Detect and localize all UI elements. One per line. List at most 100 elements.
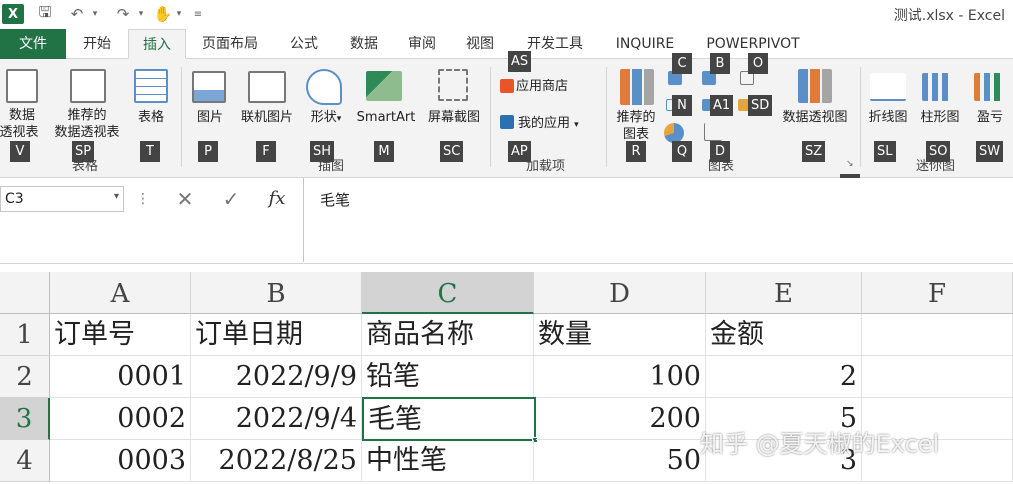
formula-input[interactable]: 毛笔	[303, 178, 1013, 262]
cell-e2[interactable]: 2	[706, 356, 862, 398]
separator	[490, 67, 491, 167]
cell-a2[interactable]: 0001	[50, 356, 191, 398]
cell-b4[interactable]: 2022/8/25	[191, 440, 362, 482]
cell-a1[interactable]: 订单号	[50, 314, 191, 356]
table-button[interactable]: 表格	[128, 109, 174, 126]
store-button[interactable]: 应用商店	[516, 78, 586, 95]
column-header-b[interactable]: B	[191, 272, 362, 314]
tab-insert[interactable]: 插入	[128, 29, 186, 59]
keytip-r: R	[626, 141, 646, 162]
cell-c4[interactable]: 中性笔	[362, 440, 534, 482]
name-box[interactable]: C3 ▾	[0, 186, 124, 212]
keytip-q: Q	[672, 141, 692, 162]
keytip-sw: SW	[976, 141, 1004, 162]
column-header-c[interactable]: C	[362, 272, 534, 314]
more-options-icon[interactable]: ⋮	[136, 186, 150, 212]
keytip-b: B	[710, 53, 730, 74]
shapes-label: 形状	[310, 110, 337, 125]
insert-function-icon[interactable]: fx	[260, 186, 294, 212]
column-header-a[interactable]: A	[50, 272, 191, 314]
tab-view[interactable]: 视图	[456, 29, 504, 59]
cell-b2[interactable]: 2022/9/9	[191, 356, 362, 398]
keytip-sl: SL	[874, 141, 896, 162]
select-all-corner[interactable]	[0, 272, 50, 314]
column-header-e[interactable]: E	[706, 272, 862, 314]
pivot-table-button[interactable]: 数据 透视表	[0, 107, 44, 141]
my-apps-dropdown-icon: ▾	[574, 120, 579, 130]
save-icon[interactable]: 🖫	[34, 3, 56, 24]
tab-data[interactable]: 数据	[340, 29, 388, 59]
keytip-as: AS	[508, 51, 532, 72]
cell-a3[interactable]: 0002	[50, 398, 191, 440]
undo-icon[interactable]: ↶	[66, 4, 88, 24]
keytip-sc: SC	[440, 141, 464, 162]
cell-c1[interactable]: 商品名称	[362, 314, 534, 356]
row-header-3[interactable]: 3	[0, 398, 50, 440]
cell-d4[interactable]: 50	[534, 440, 706, 482]
table-icon	[134, 69, 168, 103]
line-sparkline-button[interactable]: 折线图	[862, 109, 914, 126]
window-title: 测试.xlsx - Excel	[893, 8, 1005, 24]
cell-d3[interactable]: 200	[536, 398, 706, 440]
redo-icon[interactable]: ↷	[112, 4, 134, 24]
shapes-button[interactable]: 形状▾	[304, 109, 348, 128]
my-apps-label: 我的应用	[518, 116, 571, 131]
separator	[181, 67, 182, 167]
keytip-sd: SD	[748, 95, 773, 116]
column-sparkline-button[interactable]: 柱形图	[914, 109, 966, 126]
name-box-dropdown-icon[interactable]: ▾	[114, 191, 119, 202]
line-sparkline-icon	[870, 73, 906, 101]
touch-dropdown-icon[interactable]: ▾	[174, 4, 184, 24]
cell-f2[interactable]	[862, 356, 1013, 398]
watermark: 知乎 @夏天椒的Excel	[700, 430, 940, 458]
tab-review[interactable]: 审阅	[398, 29, 446, 59]
cell-c3-active[interactable]: 毛笔	[362, 397, 536, 441]
pivot-chart-button[interactable]: 数据透视图	[774, 109, 856, 126]
screenshot-button[interactable]: 屏幕截图	[422, 109, 486, 126]
tab-page-layout[interactable]: 页面布局	[194, 29, 266, 59]
scatter-chart-icon[interactable]	[704, 123, 722, 141]
tab-formulas[interactable]: 公式	[280, 29, 328, 59]
recommended-pivot-button[interactable]: 推荐的 数据透视表	[46, 107, 128, 141]
row-header-1[interactable]: 1	[0, 314, 50, 356]
row-header-2[interactable]: 2	[0, 356, 50, 398]
touch-mode-icon[interactable]: ✋	[152, 4, 174, 24]
cell-f1[interactable]	[862, 314, 1013, 356]
cell-c2[interactable]: 铅笔	[362, 356, 534, 398]
row-header-4[interactable]: 4	[0, 440, 50, 482]
separator	[860, 67, 861, 167]
tab-inquire[interactable]: INQUIRE	[608, 29, 682, 59]
winloss-sparkline-button[interactable]: 盈亏	[968, 109, 1012, 126]
customize-qat-icon[interactable]: ≡	[192, 4, 204, 24]
column-header-f[interactable]: F	[862, 272, 1013, 314]
undo-dropdown-icon[interactable]: ▾	[90, 4, 100, 24]
my-apps-button[interactable]: 我的应用 ▾	[518, 115, 600, 134]
rec-pivot-label-1: 推荐的	[67, 108, 107, 123]
cell-a4[interactable]: 0003	[50, 440, 191, 482]
shapes-icon	[306, 69, 342, 105]
redo-dropdown-icon[interactable]: ▾	[136, 4, 146, 24]
pie-chart-icon[interactable]	[664, 123, 684, 143]
tab-home[interactable]: 开始	[72, 29, 122, 59]
recommended-chart-button[interactable]: 推荐的 图表	[610, 109, 662, 143]
tab-file[interactable]: 文件	[0, 29, 66, 59]
ribbon-insert: 数据 透视表 V 推荐的 数据透视表 SP 表格 T 表格 图片 P 联机图片 …	[0, 51, 1013, 195]
picture-button[interactable]: 图片	[188, 109, 232, 126]
enter-icon[interactable]: ✓	[214, 186, 248, 212]
column-header-d[interactable]: D	[534, 272, 706, 314]
keytip-p: P	[198, 141, 218, 162]
cell-b3[interactable]: 2022/9/4	[191, 398, 362, 440]
column-sparkline-icon	[922, 73, 958, 101]
winloss-sparkline-icon	[974, 73, 1006, 101]
charts-dialog-launcher-icon[interactable]: ↘	[846, 159, 854, 169]
cancel-icon[interactable]: ✕	[168, 186, 202, 212]
cell-d1[interactable]: 数量	[534, 314, 706, 356]
charts-group-label: 图表	[708, 159, 735, 174]
cell-d2[interactable]: 100	[534, 356, 706, 398]
cell-b1[interactable]: 订单日期	[191, 314, 362, 356]
cell-e1[interactable]: 金额	[706, 314, 862, 356]
smartart-button[interactable]: SmartArt	[350, 109, 422, 126]
online-picture-button[interactable]: 联机图片	[234, 109, 300, 126]
keytip-v: V	[10, 141, 30, 162]
tables-group-label: 表格	[72, 159, 99, 174]
